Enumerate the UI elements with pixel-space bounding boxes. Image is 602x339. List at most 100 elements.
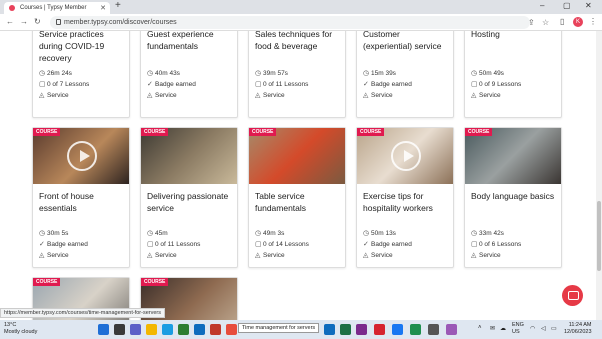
sidebar-icon[interactable]: ▯	[560, 17, 564, 26]
clock-time: 11:24 AM	[568, 322, 592, 328]
course-progress: ▢0 of 6 Lessons	[471, 241, 522, 248]
share-icon[interactable]: ⇪	[528, 18, 535, 27]
course-card[interactable]: Hosting ◷ 50m 49s ▢0 of 9 Lessons ◬ Servic…	[464, 31, 562, 118]
course-progress: ✓ Badge earned	[363, 81, 412, 88]
course-title: Delivering passionate service	[147, 191, 229, 213]
clock-icon: ◷	[147, 70, 154, 77]
course-card[interactable]: Service practices during COVID-19 recove…	[32, 31, 130, 118]
course-title: Service practices during COVID-19 recove…	[39, 31, 105, 63]
access-icon[interactable]	[210, 324, 221, 335]
system-clock[interactable]: 11:24 AM 12/06/2023	[564, 322, 592, 336]
new-tab-button[interactable]: +	[115, 0, 121, 11]
course-category: ◬ Service	[39, 252, 69, 259]
bell-icon: ◬	[147, 252, 153, 259]
outlook-icon[interactable]	[324, 324, 335, 335]
taskbar-tooltip: Time management for servers	[238, 323, 320, 333]
tray-chevron-icon[interactable]: ˄	[478, 325, 482, 331]
profile-avatar[interactable]: K	[573, 17, 583, 27]
clock-icon: ◷	[471, 70, 478, 77]
course-title: Body language basics	[471, 191, 555, 201]
close-window-icon[interactable]: ✕	[585, 1, 592, 10]
facebook-icon[interactable]	[392, 324, 403, 335]
close-tab-icon[interactable]: ✕	[100, 4, 106, 12]
snip-tool-icon[interactable]	[446, 324, 457, 335]
maximize-icon[interactable]: ▢	[563, 1, 571, 10]
chat-launcher-button[interactable]	[562, 285, 583, 306]
minimize-icon[interactable]: –	[540, 1, 544, 10]
course-thumbnail[interactable]: COURSE	[33, 128, 129, 184]
word-icon[interactable]	[194, 324, 205, 335]
course-card[interactable]: COURSE Exercise tips for hospitality wor…	[356, 127, 454, 268]
lessons-icon: ▢	[471, 81, 478, 88]
reload-icon[interactable]: ↻	[34, 17, 41, 26]
course-card[interactable]: COURSE Front of house essentials ◷ 30m 5s…	[32, 127, 130, 268]
opera-icon[interactable]	[374, 324, 385, 335]
course-progress: ▢0 of 9 Lessons	[471, 81, 522, 88]
bell-icon: ◬	[471, 92, 477, 99]
excel-icon[interactable]	[340, 324, 351, 335]
bell-icon: ◬	[255, 92, 261, 99]
course-title: Front of house essentials	[39, 191, 94, 213]
cloud-tray-icon[interactable]: ☁	[500, 325, 506, 332]
course-badge: COURSE	[141, 278, 169, 286]
scrollbar-thumb[interactable]	[597, 201, 601, 271]
teams-icon[interactable]	[130, 324, 141, 335]
course-thumbnail[interactable]: COURSE	[249, 128, 345, 184]
course-badge: COURSE	[33, 278, 61, 286]
play-icon[interactable]	[67, 141, 97, 171]
url-field[interactable]: member.typsy.com/discover/courses ⇪ ☆	[50, 16, 549, 29]
onenote-icon[interactable]	[356, 324, 367, 335]
course-thumbnail[interactable]: COURSE	[465, 128, 561, 184]
mail-tray-icon[interactable]: ✉	[490, 325, 495, 332]
course-title: Exercise tips for hospitality workers	[363, 191, 433, 213]
pdf-app-icon[interactable]	[410, 324, 421, 335]
course-thumbnail[interactable]: COURSE	[357, 128, 453, 184]
language-indicator[interactable]: ENG US	[512, 322, 524, 336]
course-card[interactable]: COURSE Table service fundamentals ◷ 49m 3…	[248, 127, 346, 268]
course-category: ◬ Service	[147, 92, 177, 99]
course-thumbnail[interactable]: COURSE	[141, 128, 237, 184]
forward-icon[interactable]: →	[20, 17, 28, 26]
course-badge: COURSE	[465, 128, 493, 136]
file-explorer-icon[interactable]	[146, 324, 157, 335]
play-icon[interactable]	[391, 141, 421, 171]
search-icon[interactable]	[114, 324, 125, 335]
browser-tab-strip: Courses | Typsy Member ✕ + – ▢ ✕	[0, 0, 602, 14]
bookmark-star-icon[interactable]: ☆	[542, 18, 549, 27]
menu-kebab-icon[interactable]: ⋮	[589, 17, 597, 26]
windows-start-icon[interactable]	[98, 324, 109, 335]
browser-tab-active[interactable]: Courses | Typsy Member ✕	[4, 2, 110, 14]
back-icon[interactable]: ←	[6, 17, 14, 26]
course-card[interactable]: COURSE Body language basics ◷ 33m 42s ▢0 …	[464, 127, 562, 268]
tab-title: Courses | Typsy Member	[20, 5, 87, 11]
page-scrollbar[interactable]	[596, 31, 602, 320]
course-title: Sales techniques for food & beverage	[255, 31, 333, 51]
course-duration: ◷ 50m 49s	[471, 70, 504, 77]
wifi-icon[interactable]: ◠	[530, 325, 535, 332]
clock-icon: ◷	[147, 230, 154, 237]
bell-icon: ◬	[39, 252, 45, 259]
course-card[interactable]: Sales techniques for food & beverage ◷ 39…	[248, 31, 346, 118]
course-title: Table service fundamentals	[255, 191, 307, 213]
lessons-icon: ▢	[471, 241, 478, 248]
bell-icon: ◬	[255, 252, 261, 259]
course-progress: ✓ Badge earned	[147, 81, 196, 88]
clock-date: 12/06/2023	[564, 329, 592, 335]
powerpoint-icon[interactable]	[226, 324, 237, 335]
course-category: ◬ Service	[471, 92, 501, 99]
speaker-icon[interactable]: ◁	[541, 325, 546, 332]
course-progress: ▢0 of 11 Lessons	[147, 241, 201, 248]
calendar-app-icon[interactable]	[428, 324, 439, 335]
course-card[interactable]: Guest experience fundamentals ◷ 40m 43s ✓…	[140, 31, 238, 118]
course-card[interactable]: Customer (experiential) service ◷ 15m 39s…	[356, 31, 454, 118]
course-category: ◬ Service	[39, 92, 69, 99]
chrome-icon[interactable]	[178, 324, 189, 335]
course-progress: ▢0 of 14 Lessons	[255, 241, 309, 248]
region-code: US	[512, 329, 520, 335]
course-category: ◬ Service	[363, 252, 393, 259]
edge-icon[interactable]	[162, 324, 173, 335]
weather-widget[interactable]: 13°C Mostly cloudy	[4, 322, 37, 336]
clock-icon: ◷	[363, 230, 370, 237]
battery-icon[interactable]: ▭	[551, 325, 557, 332]
course-card[interactable]: COURSE Delivering passionate service ◷ 45…	[140, 127, 238, 268]
